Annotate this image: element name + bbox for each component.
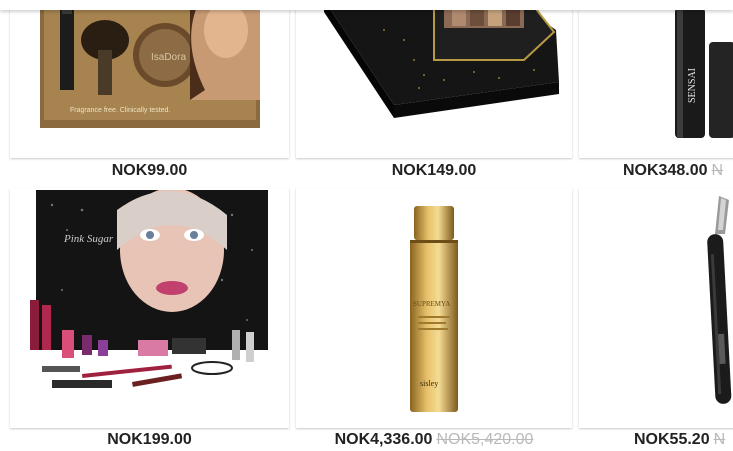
product-card-sisley[interactable]: SUPREMYA sisley	[296, 188, 572, 428]
svg-text:sisley: sisley	[420, 379, 438, 388]
product-price-row: NOK4,336.00 NOK5,420.00	[296, 429, 572, 451]
svg-text:SUPREMYA: SUPREMYA	[413, 300, 450, 308]
product-old-price: NOK5,420.00	[436, 431, 534, 448]
svg-text:Pink Sugar: Pink Sugar	[63, 233, 114, 245]
product-price-row: NOK55.20 N	[579, 429, 733, 451]
product-price-row: NOK348.00 N	[579, 160, 733, 182]
product-card-isadora[interactable]: IsaDora Fragrance free. Clinically teste…	[10, 0, 289, 158]
product-old-price: N	[711, 162, 724, 179]
product-image[interactable]	[324, 0, 564, 120]
product-price: NOK348.00	[623, 162, 708, 179]
product-price: NOK55.20	[634, 431, 710, 448]
product-price: NOK199.00	[107, 431, 192, 448]
product-card-brow-razor[interactable]	[579, 188, 733, 428]
product-card-sensai[interactable]: SENSAI	[579, 0, 733, 158]
product-price-row: NOK99.00	[10, 160, 289, 182]
product-price-row: NOK149.00	[296, 160, 572, 182]
product-price: NOK149.00	[391, 162, 477, 179]
top-bar-shadow	[0, 0, 733, 10]
product-image[interactable]: SUPREMYA sisley	[408, 206, 460, 416]
product-image[interactable]	[699, 194, 733, 418]
product-card-palette[interactable]	[296, 0, 572, 158]
product-price: NOK99.00	[111, 162, 188, 179]
product-image[interactable]: Pink Sugar	[22, 190, 280, 404]
product-price: NOK4,336.00	[334, 431, 433, 448]
product-image[interactable]: SENSAI	[667, 8, 733, 140]
product-card-advent-calendar[interactable]: Pink Sugar	[10, 188, 289, 428]
svg-text:Fragrance free. Clinically tes: Fragrance free. Clinically tested.	[70, 107, 170, 114]
product-image[interactable]: IsaDora Fragrance free. Clinically teste…	[40, 0, 270, 130]
svg-text:IsaDora: IsaDora	[151, 52, 186, 63]
product-old-price: N	[713, 431, 726, 448]
svg-text:SENSAI: SENSAI	[687, 68, 698, 103]
product-price-row: NOK199.00	[10, 429, 289, 451]
